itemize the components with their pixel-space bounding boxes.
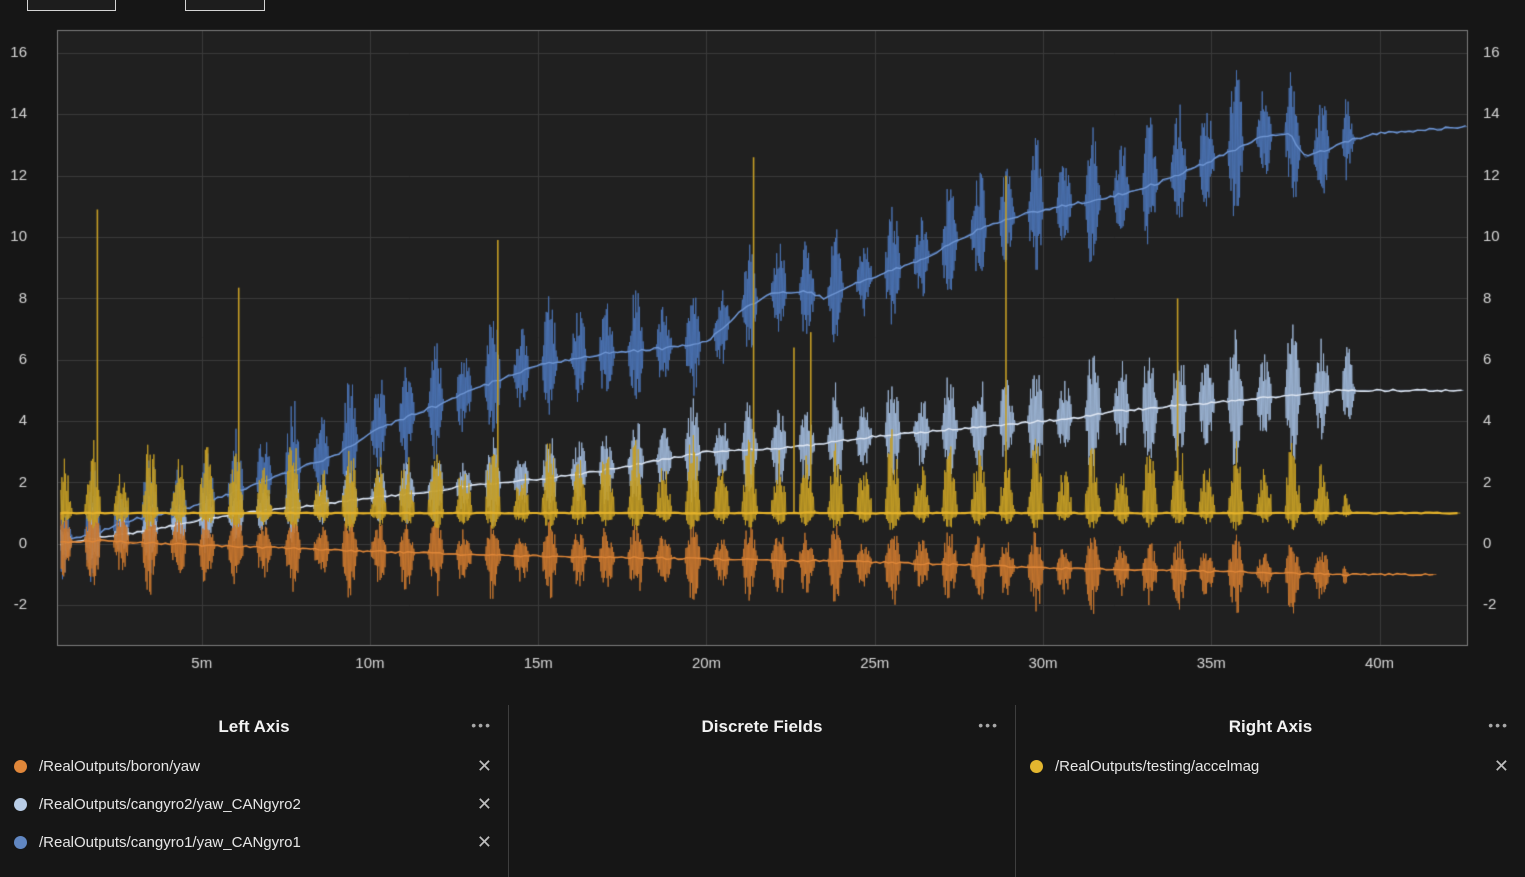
legend-row-boron-yaw: /RealOutputs/boron/yaw ✕ — [0, 747, 508, 785]
legend-row-accelmag: /RealOutputs/testing/accelmag ✕ — [1016, 747, 1525, 785]
left-axis-section: Left Axis ••• /RealOutputs/boron/yaw ✕ /… — [0, 705, 508, 877]
top-control-box-1[interactable] — [27, 0, 116, 11]
remove-series-icon[interactable]: ✕ — [477, 757, 492, 775]
right-axis-header: Right Axis ••• — [1016, 705, 1525, 745]
series-label: /RealOutputs/testing/accelmag — [1055, 758, 1494, 775]
remove-series-icon[interactable]: ✕ — [477, 795, 492, 813]
series-label: /RealOutputs/cangyro2/yaw_CANgyro2 — [39, 796, 477, 813]
right-axis-section: Right Axis ••• /RealOutputs/testing/acce… — [1015, 705, 1525, 877]
legend-row-cangyro2: /RealOutputs/cangyro2/yaw_CANgyro2 ✕ — [0, 785, 508, 823]
discrete-fields-section: Discrete Fields ••• — [508, 705, 1015, 877]
top-bar — [0, 0, 1525, 12]
series-color-dot — [1030, 760, 1043, 773]
remove-series-icon[interactable]: ✕ — [1494, 757, 1509, 775]
series-color-dot — [14, 836, 27, 849]
right-axis-menu-icon[interactable]: ••• — [1488, 717, 1509, 733]
legend-panel: Left Axis ••• /RealOutputs/boron/yaw ✕ /… — [0, 705, 1525, 877]
series-color-dot — [14, 760, 27, 773]
series-color-dot — [14, 798, 27, 811]
right-axis-title: Right Axis — [1016, 717, 1525, 737]
series-label: /RealOutputs/cangyro1/yaw_CANgyro1 — [39, 834, 477, 851]
discrete-fields-title: Discrete Fields — [509, 717, 1015, 737]
left-axis-title: Left Axis — [0, 717, 508, 737]
left-axis-menu-icon[interactable]: ••• — [471, 717, 492, 733]
left-axis-rows: /RealOutputs/boron/yaw ✕ /RealOutputs/ca… — [0, 747, 508, 861]
left-axis-header: Left Axis ••• — [0, 705, 508, 745]
series-label: /RealOutputs/boron/yaw — [39, 758, 477, 775]
line-chart-canvas[interactable] — [0, 0, 1525, 705]
discrete-fields-header: Discrete Fields ••• — [509, 705, 1015, 745]
legend-row-cangyro1: /RealOutputs/cangyro1/yaw_CANgyro1 ✕ — [0, 823, 508, 861]
remove-series-icon[interactable]: ✕ — [477, 833, 492, 851]
right-axis-rows: /RealOutputs/testing/accelmag ✕ — [1016, 747, 1525, 785]
top-control-box-2[interactable] — [185, 0, 265, 11]
discrete-fields-menu-icon[interactable]: ••• — [978, 717, 999, 733]
